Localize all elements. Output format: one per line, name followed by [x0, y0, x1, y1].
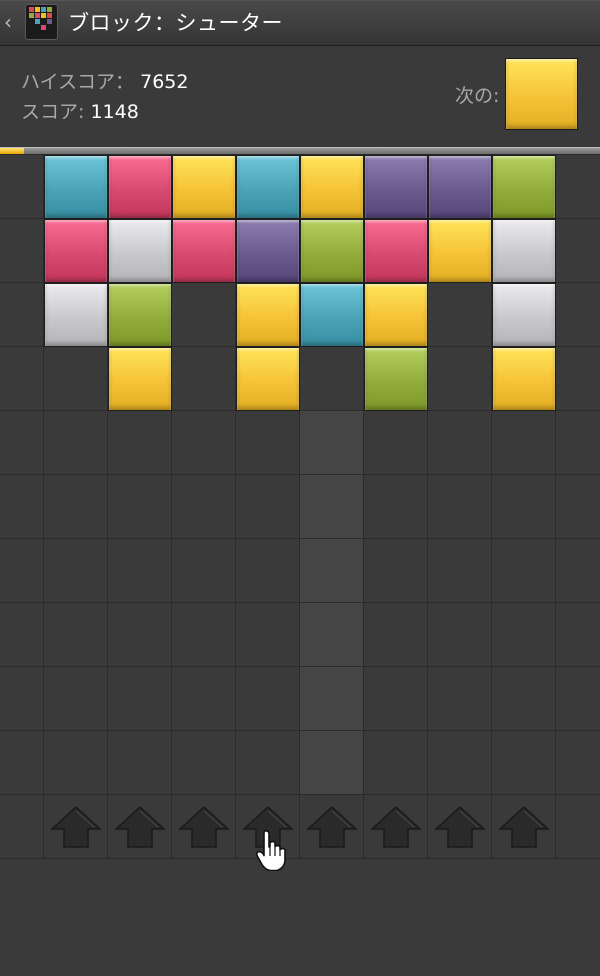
block-pink [364, 219, 428, 283]
high-score: ハイスコア： 7652 [21, 69, 188, 95]
shoot-column-1-button[interactable] [44, 795, 108, 859]
up-arrow-icon [370, 805, 422, 848]
shoot-column-4-button[interactable] [236, 795, 300, 859]
grid-line-horizontal [0, 602, 600, 603]
block-yellow [300, 155, 364, 219]
score-value: 1148 [90, 101, 139, 123]
score-panel: ハイスコア： 7652 スコア: 1148 次の: [0, 46, 600, 146]
block-silver [108, 219, 172, 283]
shoot-column-8-button[interactable] [492, 795, 556, 859]
shoot-column-6-button[interactable] [364, 795, 428, 859]
shoot-column-5-button[interactable] [300, 795, 364, 859]
action-bar: ‹ ブロック：シューター [0, 0, 600, 46]
shoot-column-3-button[interactable] [172, 795, 236, 859]
high-score-value: 7652 [140, 71, 189, 93]
block-yellow [172, 155, 236, 219]
up-arrow-icon [498, 805, 550, 848]
grid-line-horizontal [0, 538, 600, 539]
app-title: ブロック：シューター [68, 11, 283, 35]
block-green [300, 219, 364, 283]
block-teal [300, 283, 364, 347]
grid-line-horizontal [0, 474, 600, 475]
block-silver [492, 283, 556, 347]
block-yellow [364, 283, 428, 347]
grid-line-horizontal [0, 730, 600, 731]
block-yellow [428, 219, 492, 283]
block-yellow [236, 347, 300, 411]
block-silver [492, 219, 556, 283]
next-label: 次の: [455, 85, 500, 107]
block-purple [364, 155, 428, 219]
progress-bar [0, 147, 600, 155]
block-green [492, 155, 556, 219]
up-arrow-icon [306, 805, 358, 848]
block-yellow [236, 283, 300, 347]
shoot-column-7-button[interactable] [428, 795, 492, 859]
up-arrow-icon [242, 805, 294, 848]
active-column-highlight [300, 411, 364, 795]
chevron-left-icon[interactable]: ‹ [4, 10, 18, 34]
block-pink [44, 219, 108, 283]
block-teal [44, 155, 108, 219]
block-yellow [108, 347, 172, 411]
up-arrow-icon [114, 805, 166, 848]
up-arrow-icon [50, 805, 102, 848]
block-pink [172, 219, 236, 283]
block-yellow [492, 347, 556, 411]
score-label: スコア: [21, 101, 85, 123]
next-block-preview [505, 58, 578, 130]
grid-line-horizontal [0, 666, 600, 667]
bottom-empty-area [0, 859, 600, 976]
shoot-column-2-button[interactable] [108, 795, 172, 859]
game-board [0, 155, 600, 859]
high-score-label: ハイスコア： [21, 71, 135, 93]
progress-fill [0, 148, 24, 154]
current-score: スコア: 1148 [21, 99, 139, 125]
up-arrow-icon [434, 805, 486, 848]
block-teal [236, 155, 300, 219]
block-pink [108, 155, 172, 219]
block-green [108, 283, 172, 347]
block-purple [428, 155, 492, 219]
block-green [364, 347, 428, 411]
block-purple [236, 219, 300, 283]
up-arrow-icon [178, 805, 230, 848]
block-silver [44, 283, 108, 347]
block-shooter-app-icon[interactable] [25, 4, 58, 40]
